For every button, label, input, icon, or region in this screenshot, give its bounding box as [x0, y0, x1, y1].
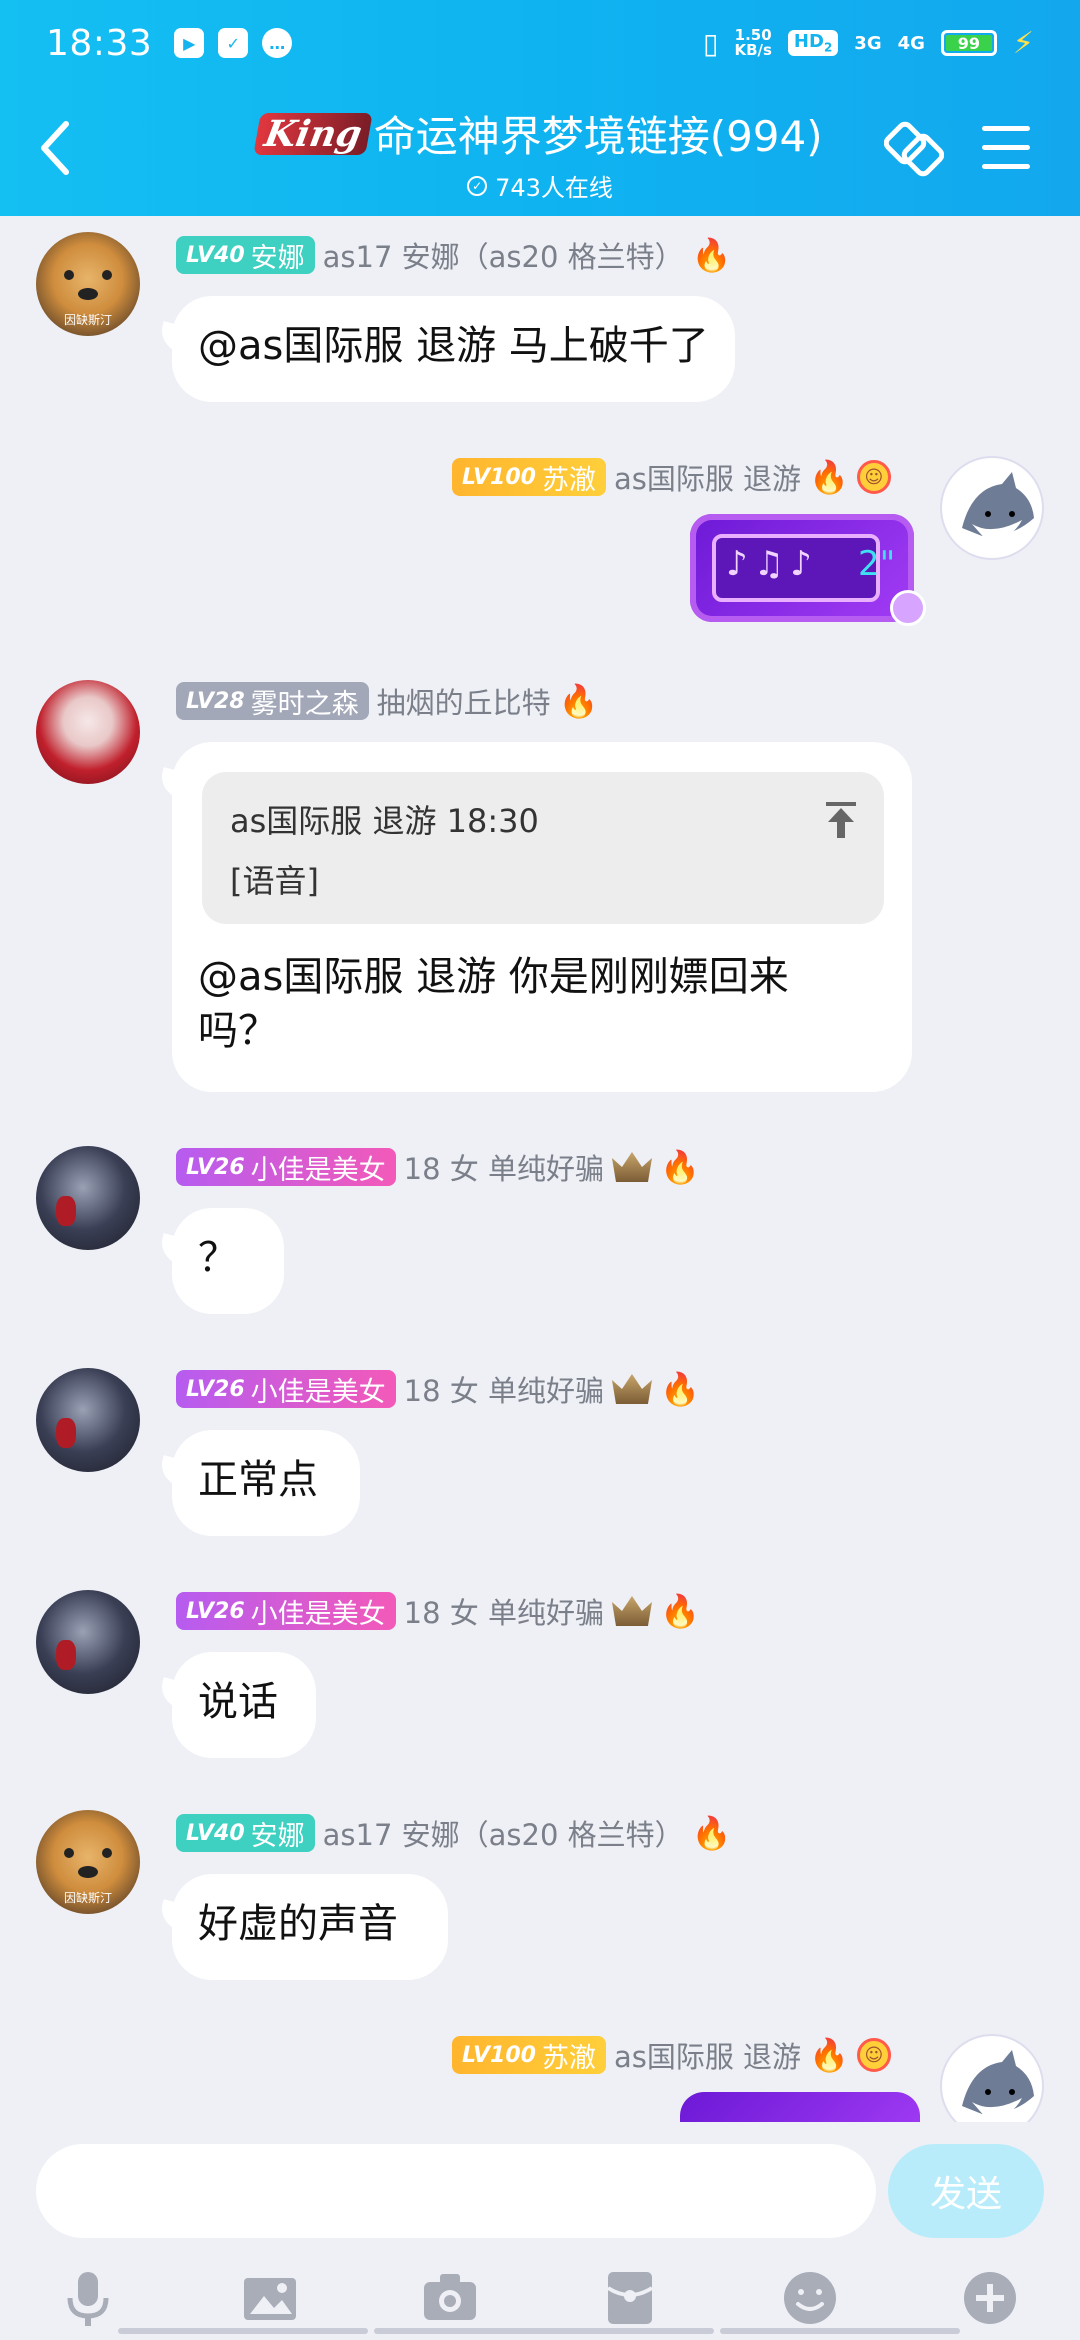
sender-name: 抽烟的丘比特 [376, 686, 551, 720]
crown-icon [611, 1374, 652, 1404]
charging-icon: ⚡ [1012, 25, 1034, 61]
shield-icon: ✓ [218, 28, 249, 58]
check-circle-icon: ✓ [467, 175, 488, 196]
message-sender[interactable]: LV40 安娜 as17 安娜（as20 格兰特） 🔥 [176, 234, 731, 276]
plug-icon [890, 590, 926, 626]
message-sender[interactable]: LV26 小佳是美女 18 女 单纯好骗 🔥 [176, 1590, 700, 1632]
level-badge: LV100 苏澈 [452, 458, 606, 496]
message-bubble[interactable]: 正常点 [172, 1430, 360, 1536]
level-badge: LV26 小佳是美女 [176, 1370, 396, 1408]
shark-icon [962, 472, 1034, 540]
level-badge: LV40 安娜 [176, 1814, 315, 1852]
nav-indicator [118, 2328, 962, 2334]
net-speed: 1.50 KB/s [734, 26, 772, 59]
smile-badge-icon: ☺ [856, 460, 891, 494]
voice-message[interactable]: ♪♫♪ 2" [690, 514, 926, 626]
signal-4g-icon: 4G [897, 32, 925, 54]
vibrate-icon: ▯ [703, 26, 719, 60]
sender-name: as国际服 退游 [613, 2040, 802, 2074]
hd-icon: HD2 [787, 30, 839, 56]
king-logo: King [253, 112, 374, 155]
message-sender[interactable]: LV26 小佳是美女 18 女 单纯好骗 🔥 [176, 1146, 700, 1188]
music-notes-icon: ♪♫♪ [726, 544, 818, 584]
play-app-icon: ▶ [174, 28, 205, 58]
message-bubble[interactable]: @as国际服 退游 马上破千了 [172, 296, 735, 402]
fire-icon: 🔥 [558, 682, 599, 720]
camera-icon[interactable] [420, 2268, 480, 2328]
sender-name: as17 安娜（as20 格兰特） [322, 1818, 684, 1852]
fire-icon: 🔥 [659, 1148, 700, 1186]
level-badge: LV26 小佳是美女 [176, 1148, 396, 1186]
message-sender[interactable]: LV40 安娜 as17 安娜（as20 格兰特） 🔥 [176, 1812, 731, 1854]
image-icon[interactable] [240, 2268, 300, 2328]
message-sender[interactable]: LV100 苏澈 as国际服 退游 🔥 ☺ [452, 456, 891, 498]
send-button[interactable]: 发送 [888, 2144, 1044, 2238]
message-sender[interactable]: LV100 苏澈 as国际服 退游 🔥 ☺ [452, 2034, 891, 2076]
level-badge: LV100 苏澈 [452, 2036, 606, 2074]
quote-content: [语音] [230, 862, 319, 900]
level-badge: LV28 雾时之森 [176, 682, 369, 720]
quoted-message[interactable]: as国际服 退游 18:30 [语音] [202, 772, 884, 924]
status-bar: 18:33 ▶ ✓ … ▯ 1.50 KB/s HD2 3G 4G 99 ⚡ [46, 18, 1034, 68]
online-count: 743人在线 [495, 174, 613, 202]
battery-icon: 99 [940, 30, 997, 56]
level-badge: LV40 安娜 [176, 236, 315, 274]
message-sender[interactable]: LV28 雾时之森 抽烟的丘比特 🔥 [176, 680, 599, 722]
fire-icon: 🔥 [809, 458, 849, 496]
sender-name: 18 女 单纯好骗 [403, 1596, 604, 1630]
microphone-icon[interactable] [58, 2268, 118, 2328]
sender-name: 18 女 单纯好骗 [403, 1374, 604, 1408]
status-time: 18:33 [46, 22, 153, 64]
input-bar: 发送 [0, 2122, 1080, 2340]
message-bubble[interactable]: ？ [172, 1208, 284, 1314]
link-icon[interactable] [884, 118, 944, 178]
avatar[interactable] [36, 1590, 140, 1694]
jump-to-top-icon[interactable] [824, 800, 858, 840]
message-bubble[interactable]: 说话 [172, 1652, 316, 1758]
avatar[interactable] [36, 1368, 140, 1472]
avatar[interactable] [36, 680, 140, 784]
message-sender[interactable]: LV26 小佳是美女 18 女 单纯好骗 🔥 [176, 1368, 700, 1410]
chat-app-icon: … [262, 28, 293, 58]
emoji-icon[interactable] [780, 2268, 840, 2328]
fire-icon: 🔥 [691, 1814, 732, 1852]
message-input[interactable] [36, 2144, 876, 2238]
page-title: 命运神界梦境链接(994) [373, 112, 823, 161]
red-packet-icon[interactable] [600, 2268, 660, 2328]
signal-3g-icon: 3G [854, 32, 882, 54]
chat-header: 18:33 ▶ ✓ … ▯ 1.50 KB/s HD2 3G 4G 99 ⚡ K… [0, 0, 1080, 216]
crown-icon [611, 1152, 652, 1182]
avatar[interactable] [940, 456, 1044, 560]
sender-name: 18 女 单纯好骗 [403, 1152, 604, 1186]
avatar[interactable] [36, 1146, 140, 1250]
crown-icon [611, 1596, 652, 1626]
message-text: @as国际服 退游 你是刚刚嫖回来 吗？ [198, 954, 789, 1054]
chat-title-block[interactable]: King 命运神界梦境链接(994) ✓ 743人在线 [230, 103, 850, 203]
fire-icon: 🔥 [809, 2036, 849, 2074]
fire-icon: 🔥 [659, 1592, 700, 1630]
quote-sender: as国际服 退游 18:30 [230, 802, 539, 840]
sender-name: as国际服 退游 [613, 462, 802, 496]
avatar[interactable]: 因缺斯汀 [36, 232, 140, 336]
fire-icon: 🔥 [691, 236, 732, 274]
fire-icon: 🔥 [659, 1370, 700, 1408]
plus-icon[interactable] [960, 2268, 1020, 2328]
smile-badge-icon: ☺ [856, 2038, 891, 2072]
level-badge: LV26 小佳是美女 [176, 1592, 396, 1630]
back-arrow-icon[interactable] [36, 118, 76, 178]
menu-icon[interactable] [982, 126, 1030, 170]
message-bubble[interactable]: 好虚的声音 [172, 1874, 448, 1980]
voice-duration: 2" [858, 544, 896, 584]
toolbar [0, 2268, 1080, 2328]
sender-name: as17 安娜（as20 格兰特） [322, 240, 684, 274]
avatar[interactable]: 因缺斯汀 [36, 1810, 140, 1914]
